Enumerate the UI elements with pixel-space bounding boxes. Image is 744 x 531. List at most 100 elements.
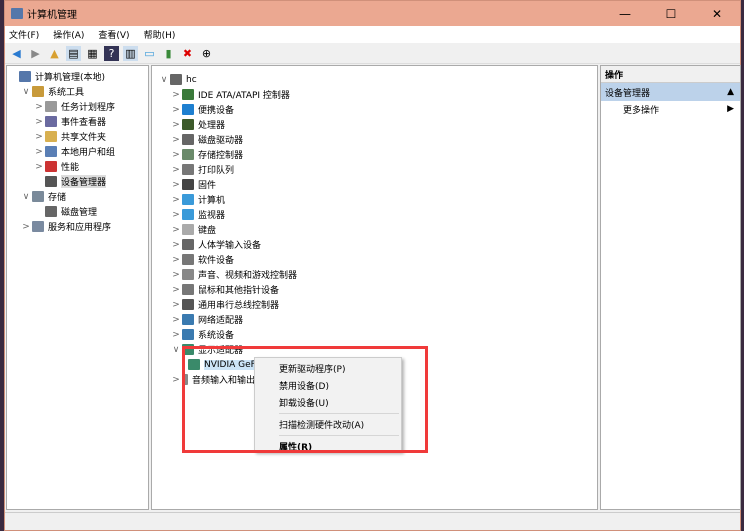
expand-chevron-icon[interactable]: > <box>33 147 45 157</box>
nav-item[interactable]: > 性能 <box>7 159 148 174</box>
device-category-icon <box>182 314 194 325</box>
expand-chevron-icon[interactable]: > <box>170 105 182 115</box>
device-category[interactable]: > 软件设备 <box>152 252 597 267</box>
device-category[interactable]: > 鼠标和其他指针设备 <box>152 282 597 297</box>
device-category[interactable]: > 存储控制器 <box>152 147 597 162</box>
expand-chevron-icon[interactable]: > <box>33 132 45 142</box>
expand-chevron-icon[interactable]: ∨ <box>20 87 32 97</box>
monitor-icon[interactable]: ▭ <box>142 46 157 61</box>
nav-item-icon <box>32 86 44 97</box>
nav-item[interactable]: > 任务计划程序 <box>7 99 148 114</box>
nav-item[interactable]: ∨ 存储 <box>7 189 148 204</box>
device-category[interactable]: > 固件 <box>152 177 597 192</box>
expand-chevron-icon[interactable]: > <box>170 150 182 160</box>
expand-chevron-icon[interactable]: > <box>170 225 182 235</box>
expand-chevron-icon[interactable]: > <box>170 285 182 295</box>
menu-view[interactable]: 查看(V) <box>98 28 129 41</box>
nav-item-icon <box>19 71 31 82</box>
minimize-button[interactable]: — <box>602 7 648 21</box>
expand-chevron-icon[interactable]: > <box>170 270 182 280</box>
navigation-tree: 计算机管理(本地) ∨ 系统工具 > 任务计划程序 > 事件查看器 > 共享文件夹 > 本地用户和组… <box>6 65 149 510</box>
device-category-icon <box>182 299 194 310</box>
uninstall-icon[interactable]: ✖ <box>180 46 195 61</box>
menu-disable-device[interactable]: 禁用设备(D) <box>255 377 401 394</box>
device-category-icon <box>182 344 194 355</box>
menu-action[interactable]: 操作(A) <box>53 28 84 41</box>
properties-icon[interactable]: ▦ <box>85 46 100 61</box>
device-category[interactable]: > 通用串行总线控制器 <box>152 297 597 312</box>
expand-chevron-icon[interactable]: ∨ <box>170 345 182 355</box>
up-folder-icon[interactable]: ▲ <box>47 46 62 61</box>
expand-chevron-icon[interactable]: ∨ <box>20 192 32 202</box>
nav-item[interactable]: > 本地用户和组 <box>7 144 148 159</box>
menu-uninstall-device[interactable]: 卸载设备(U) <box>255 394 401 411</box>
device-category[interactable]: > 便携设备 <box>152 102 597 117</box>
help-icon[interactable]: ? <box>104 45 119 61</box>
device-category[interactable]: > 系统设备 <box>152 327 597 342</box>
device-category[interactable]: > 打印队列 <box>152 162 597 177</box>
more-actions[interactable]: 更多操作 ▶ <box>601 101 740 117</box>
menu-scan-hardware[interactable]: 扫描检测硬件改动(A) <box>255 416 401 433</box>
expand-chevron-icon[interactable]: > <box>170 165 182 175</box>
expand-chevron-icon[interactable]: > <box>170 300 182 310</box>
maximize-button[interactable]: ☐ <box>648 7 694 21</box>
expand-chevron-icon[interactable]: > <box>170 255 182 265</box>
expand-chevron-icon[interactable]: > <box>170 240 182 250</box>
expand-chevron-icon[interactable]: > <box>170 120 182 130</box>
forward-icon[interactable]: ▶ <box>28 46 43 61</box>
device-category[interactable]: > 人体学输入设备 <box>152 237 597 252</box>
device-category[interactable]: > 监视器 <box>152 207 597 222</box>
nav-item[interactable]: 磁盘管理 <box>7 204 148 219</box>
window-title: 计算机管理 <box>27 10 77 21</box>
nav-item[interactable]: 计算机管理(本地) <box>7 69 148 84</box>
nav-item[interactable]: > 事件查看器 <box>7 114 148 129</box>
device-category[interactable]: > 键盘 <box>152 222 597 237</box>
menu-help[interactable]: 帮助(H) <box>144 28 176 41</box>
device-category[interactable]: > 网络适配器 <box>152 312 597 327</box>
expand-chevron-icon[interactable]: > <box>170 195 182 205</box>
expand-chevron-icon[interactable]: > <box>170 330 182 340</box>
actions-section-device-manager[interactable]: 设备管理器 ▲ <box>601 83 740 101</box>
download-icon[interactable]: ⊕ <box>199 46 214 61</box>
menu-bar: 文件(F) 操作(A) 查看(V) 帮助(H) <box>5 26 740 43</box>
menu-update-driver[interactable]: 更新驱动程序(P) <box>255 360 401 377</box>
action-pane-icon[interactable]: ▥ <box>123 45 138 61</box>
nav-item[interactable]: 设备管理器 <box>7 174 148 189</box>
nav-item-icon <box>45 176 57 187</box>
update-driver-icon[interactable]: ▮ <box>161 46 176 61</box>
device-category-icon <box>182 89 194 100</box>
display-adapter-icon <box>188 359 200 370</box>
expand-chevron-icon[interactable]: > <box>33 162 45 172</box>
device-category[interactable]: > 计算机 <box>152 192 597 207</box>
show-tree-icon[interactable]: ▤ <box>66 45 81 61</box>
expand-chevron-icon[interactable]: > <box>170 90 182 100</box>
expand-chevron-icon[interactable]: > <box>170 210 182 220</box>
nav-item-icon <box>45 161 57 172</box>
close-button[interactable]: ✕ <box>694 7 740 21</box>
expand-chevron-icon[interactable]: > <box>20 222 32 232</box>
nav-item[interactable]: > 服务和应用程序 <box>7 219 148 234</box>
device-category[interactable]: ∨ 显示适配器 <box>152 342 597 357</box>
collapse-icon[interactable]: ▲ <box>727 87 734 97</box>
nav-item[interactable]: > 共享文件夹 <box>7 129 148 144</box>
device-category[interactable]: > 处理器 <box>152 117 597 132</box>
expand-chevron-icon[interactable]: > <box>33 117 45 127</box>
back-icon[interactable]: ◀ <box>9 46 24 61</box>
device-category[interactable]: > 声音、视频和游戏控制器 <box>152 267 597 282</box>
context-menu: 更新驱动程序(P) 禁用设备(D) 卸载设备(U) 扫描检测硬件改动(A) 属性… <box>254 357 402 455</box>
device-category-icon <box>182 239 194 250</box>
nav-item[interactable]: ∨ 系统工具 <box>7 84 148 99</box>
expand-chevron-icon[interactable]: > <box>170 135 182 145</box>
toolbar: ◀ ▶ ▲ ▤ ▦ ? ▥ ▭ ▮ ✖ ⊕ <box>5 43 740 64</box>
menu-file[interactable]: 文件(F) <box>9 28 39 41</box>
nav-item-icon <box>45 206 57 217</box>
expand-chevron-icon[interactable]: > <box>33 102 45 112</box>
expand-chevron-icon[interactable]: > <box>170 315 182 325</box>
device-category[interactable]: > 磁盘驱动器 <box>152 132 597 147</box>
computer-icon <box>170 74 182 85</box>
device-category[interactable]: > IDE ATA/ATAPI 控制器 <box>152 87 597 102</box>
menu-properties[interactable]: 属性(R) <box>255 438 401 455</box>
title-bar: 计算机管理 — ☐ ✕ <box>5 1 740 26</box>
tree-root[interactable]: ∨ hc <box>152 72 597 87</box>
expand-chevron-icon[interactable]: > <box>170 180 182 190</box>
